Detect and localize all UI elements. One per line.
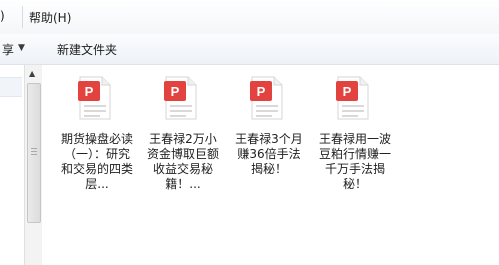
new-folder-button[interactable]: 新建文件夹 <box>57 41 117 58</box>
menu-bar: ) 帮助(H) <box>0 0 499 35</box>
file-list: P 期货操盘必读（一）：研究和交易的四类层... P 王春禄2万小资金博取巨额收… <box>42 65 499 265</box>
menu-item-help[interactable]: 帮助(H) <box>29 9 71 26</box>
scroll-grip-icon <box>31 151 37 152</box>
menu-separator <box>22 6 23 28</box>
pdf-file-icon: P <box>78 76 111 120</box>
toolbar: 享 ▼ 新建文件夹 <box>0 34 499 65</box>
file-name: 王春禄2万小资金博取巨额收益交易秘籍！... <box>146 132 219 191</box>
pdf-file-icon: P <box>164 76 197 120</box>
toolbar-share-button[interactable]: 享 <box>2 41 14 58</box>
navigation-item[interactable] <box>0 77 22 97</box>
scroll-grip-icon <box>31 154 37 155</box>
file-name: 王春禄用一波豆粕行情赚一千万手法揭秘！ <box>318 132 391 191</box>
svg-text:P: P <box>257 84 266 99</box>
svg-text:P: P <box>343 84 352 99</box>
pdf-file-icon: P <box>336 76 369 120</box>
file-name: 王春禄3个月赚36倍手法揭秘！ <box>235 132 303 176</box>
svg-text:P: P <box>85 84 94 99</box>
pdf-file-icon: P <box>250 76 283 120</box>
file-name: 期货操盘必读（一）：研究和交易的四类层... <box>60 132 133 191</box>
navigation-scrollbar[interactable]: ▲ <box>24 65 43 265</box>
scroll-thumb[interactable] <box>27 83 41 223</box>
svg-text:P: P <box>171 84 180 99</box>
navigation-pane <box>0 65 24 265</box>
scroll-grip-icon <box>31 148 37 149</box>
menu-item-partial[interactable]: ) <box>0 9 5 23</box>
triangle-down-icon[interactable]: ▼ <box>18 43 25 53</box>
scroll-up-icon[interactable]: ▲ <box>29 69 35 78</box>
